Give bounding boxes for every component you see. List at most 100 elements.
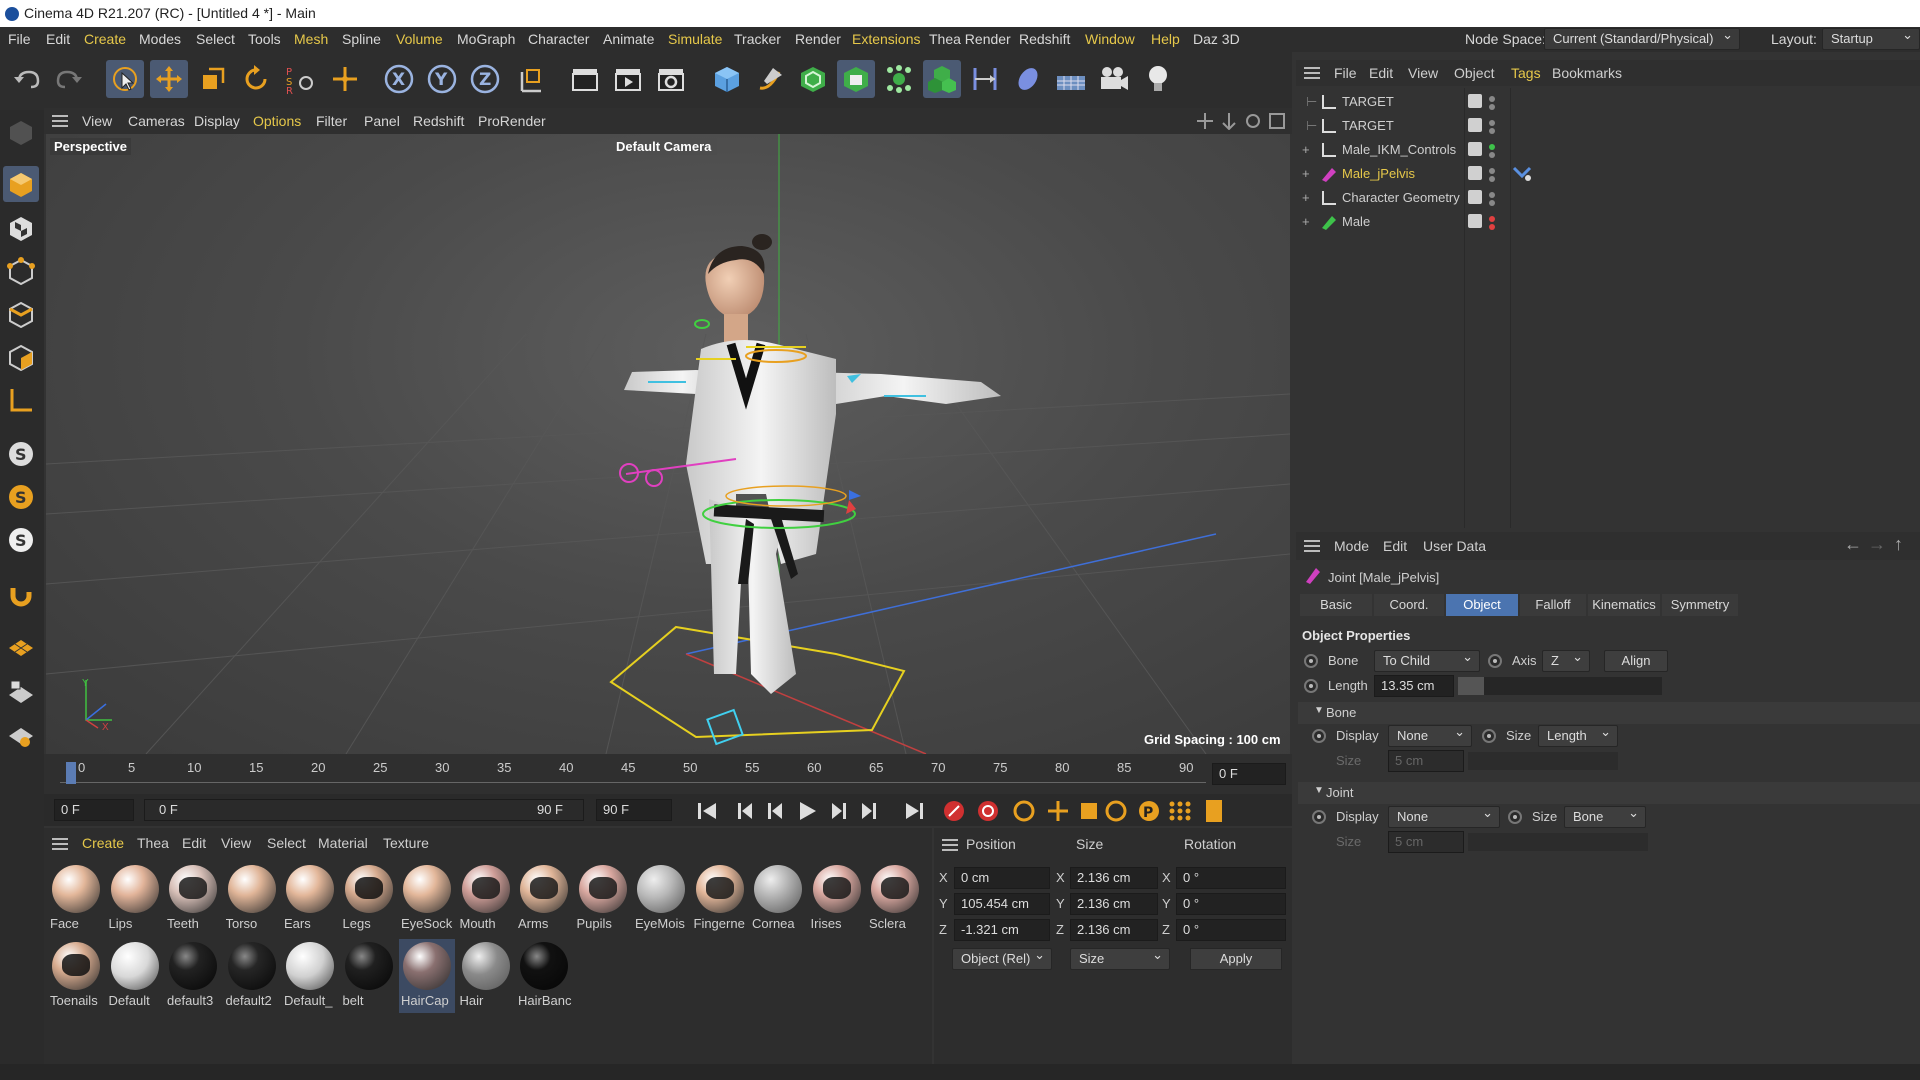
mat-menu-view[interactable]: View: [221, 835, 251, 851]
size-mode-dropdown[interactable]: Size: [1070, 945, 1170, 970]
deformer-button[interactable]: [966, 60, 1004, 98]
z-axis-lock-button[interactable]: Z: [466, 60, 504, 98]
om-menu-view[interactable]: View: [1408, 65, 1438, 81]
menu-mesh[interactable]: Mesh: [294, 27, 328, 52]
vp-menu-prorender[interactable]: ProRender: [478, 108, 546, 134]
length-animate-radio[interactable]: [1304, 679, 1318, 693]
field-object-button[interactable]: [1009, 60, 1047, 98]
transform-tool-button[interactable]: [326, 60, 364, 98]
expand-icon[interactable]: +: [1302, 138, 1310, 162]
locked-workplane-button[interactable]: [3, 673, 39, 709]
material-swatch[interactable]: Ears: [282, 862, 338, 936]
y-axis-lock-button[interactable]: Y: [423, 60, 461, 98]
material-swatch[interactable]: Lips: [107, 862, 163, 936]
expand-icon[interactable]: +: [1302, 186, 1310, 210]
tab-basic[interactable]: Basic: [1300, 594, 1372, 616]
floor-object-button[interactable]: [1052, 60, 1090, 98]
visibility-check-icon[interactable]: [1468, 142, 1482, 156]
bone-size-radio[interactable]: [1482, 729, 1496, 743]
render-dot-icon[interactable]: [1489, 168, 1495, 174]
object-row-ikm-controls[interactable]: + Male_IKM_Controls: [1296, 138, 1920, 162]
mat-menu-thea[interactable]: Thea: [137, 835, 169, 851]
undo-button[interactable]: [8, 60, 46, 98]
render-view-button[interactable]: [566, 60, 604, 98]
rotation-x-field[interactable]: 0 °: [1176, 867, 1286, 889]
render-picture-viewer-button[interactable]: [609, 60, 647, 98]
edge-mode-button[interactable]: [3, 296, 39, 332]
align-button[interactable]: Align: [1604, 650, 1668, 672]
material-swatch[interactable]: Default: [107, 939, 163, 1013]
render-dot-icon[interactable]: [1489, 144, 1495, 150]
material-swatch[interactable]: EyeMois: [633, 862, 689, 936]
material-swatch[interactable]: Legs: [341, 862, 397, 936]
rotation-y-field[interactable]: 0 °: [1176, 893, 1286, 915]
vp-menu-panel[interactable]: Panel: [364, 108, 400, 134]
point-mode-button[interactable]: [3, 253, 39, 289]
start-frame-field[interactable]: 0 F: [54, 799, 134, 821]
make-editable-button[interactable]: [3, 114, 39, 150]
tab-kinematics[interactable]: Kinematics: [1588, 594, 1660, 616]
model-mode-button[interactable]: [3, 166, 39, 202]
move-tool-button[interactable]: [150, 60, 188, 98]
menu-tracker[interactable]: Tracker: [734, 27, 781, 52]
up-arrow-icon[interactable]: ↑: [1894, 534, 1903, 555]
object-row-jpelvis[interactable]: + Male_jPelvis: [1296, 162, 1920, 186]
tab-falloff[interactable]: Falloff: [1520, 594, 1586, 616]
mat-menu-icon[interactable]: [52, 838, 68, 850]
menu-thea-render[interactable]: Thea Render: [929, 27, 1011, 52]
om-menu-bookmarks[interactable]: Bookmarks: [1552, 65, 1622, 81]
end-frame-field[interactable]: 90 F: [596, 799, 672, 821]
3d-viewport[interactable]: Perspective Default Camera Grid Spacing …: [46, 134, 1290, 754]
key-scale-button[interactable]: [1081, 803, 1097, 819]
live-selection-button[interactable]: [106, 60, 144, 98]
material-swatch[interactable]: Mouth: [458, 862, 514, 936]
joint-group-header[interactable]: ▼ Joint: [1298, 782, 1920, 804]
editor-dot-icon[interactable]: [1489, 128, 1495, 134]
om-menu-object[interactable]: Object: [1454, 65, 1494, 81]
joint-display-radio[interactable]: [1312, 810, 1326, 824]
play-button[interactable]: [800, 802, 816, 820]
attr-menu-mode[interactable]: Mode: [1334, 538, 1369, 554]
goto-end-button[interactable]: [906, 803, 923, 819]
mograph-cloner-button[interactable]: [923, 60, 961, 98]
bone-animate-radio[interactable]: [1304, 654, 1318, 668]
render-dot-icon[interactable]: [1489, 192, 1495, 198]
menu-volume[interactable]: Volume: [396, 27, 443, 52]
material-swatch[interactable]: Default_: [282, 939, 338, 1013]
workplane-button[interactable]: [3, 630, 39, 666]
menu-help[interactable]: Help: [1151, 27, 1180, 52]
om-menu-edit[interactable]: Edit: [1369, 65, 1393, 81]
menu-create[interactable]: Create: [84, 27, 126, 52]
render-dot-icon[interactable]: [1489, 96, 1495, 102]
prev-key-button[interactable]: [738, 803, 752, 819]
bone-size-dropdown[interactable]: Length: [1538, 722, 1618, 747]
om-menu-icon[interactable]: [1304, 67, 1320, 79]
vp-menu-options[interactable]: Options: [253, 108, 301, 134]
goto-start-button[interactable]: [698, 803, 716, 819]
coord-mode-dropdown[interactable]: Object (Rel): [952, 945, 1052, 970]
position-x-field[interactable]: 0 cm: [954, 867, 1050, 889]
timeline-window-button[interactable]: [1206, 800, 1222, 822]
node-space-dropdown[interactable]: Current (Standard/Physical): [1544, 25, 1740, 50]
om-menu-file[interactable]: File: [1334, 65, 1357, 81]
keyframe-selection-button[interactable]: [1013, 800, 1035, 822]
material-swatch[interactable]: HairCap: [399, 939, 455, 1013]
mat-menu-material[interactable]: Material: [318, 835, 368, 851]
coordinate-system-button[interactable]: [513, 60, 551, 98]
editor-dot-icon[interactable]: [1489, 176, 1495, 182]
attr-menu-user-data[interactable]: User Data: [1423, 538, 1486, 554]
playhead[interactable]: [66, 762, 76, 784]
vp-menu-filter[interactable]: Filter: [316, 108, 347, 134]
editor-dot-icon[interactable]: [1489, 104, 1495, 110]
material-swatch[interactable]: Teeth: [165, 862, 221, 936]
menu-redshift[interactable]: Redshift: [1019, 27, 1070, 52]
editor-dot-icon[interactable]: [1489, 152, 1495, 158]
next-key-button[interactable]: [862, 803, 876, 819]
editor-dot-icon[interactable]: [1489, 224, 1495, 230]
x-axis-lock-button[interactable]: X: [380, 60, 418, 98]
key-rotation-button[interactable]: [1105, 800, 1127, 822]
tab-symmetry[interactable]: Symmetry: [1662, 594, 1738, 616]
layout-dropdown[interactable]: Startup: [1822, 25, 1920, 50]
timeline-ruler[interactable]: 0 5 10 15 20 25 30 35 40 45 50 55 60 65 …: [44, 754, 1292, 794]
menu-character[interactable]: Character: [528, 27, 589, 52]
